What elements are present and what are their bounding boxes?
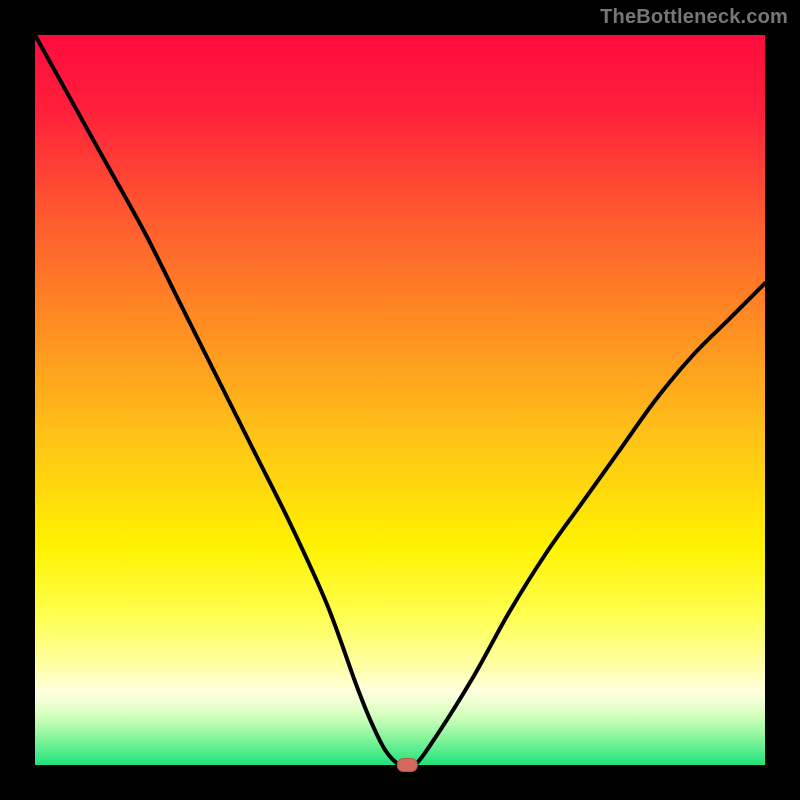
watermark-text: TheBottleneck.com bbox=[600, 6, 788, 29]
optimum-marker bbox=[397, 759, 417, 772]
bottleneck-chart bbox=[0, 0, 800, 800]
chart-frame: TheBottleneck.com bbox=[0, 0, 800, 800]
